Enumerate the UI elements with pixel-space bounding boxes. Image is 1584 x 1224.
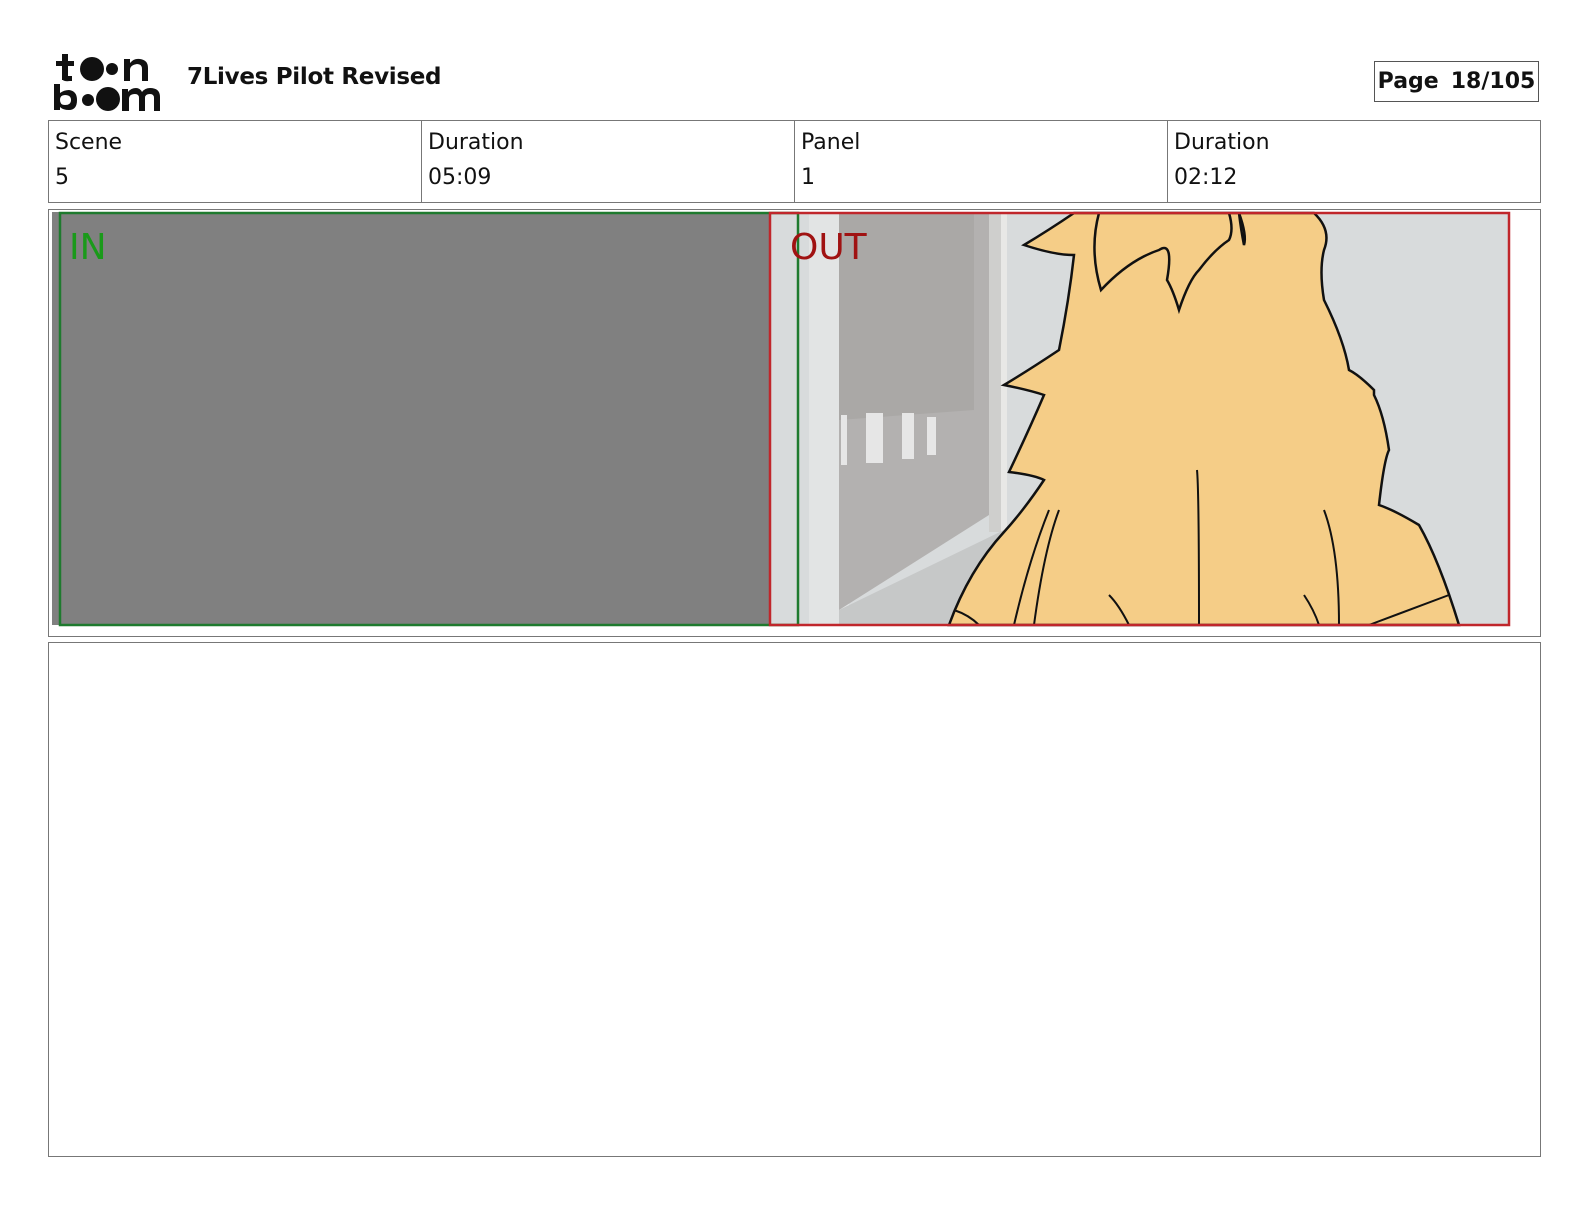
scene-duration-value: 05:09 (428, 165, 492, 190)
panel-image: IN OUT (48, 209, 1541, 637)
panel-label: Panel (801, 130, 861, 155)
panel-duration-value: 02:12 (1174, 165, 1238, 190)
out-label: OUT (790, 227, 867, 268)
project-title: 7Lives Pilot Revised (187, 64, 442, 90)
page-number: 18/105 (1450, 69, 1536, 94)
scene-duration-cell: Duration 05:09 (421, 121, 794, 202)
scene-duration-label: Duration (428, 130, 524, 155)
toon-boom-logo (52, 50, 164, 112)
panel-value: 1 (801, 165, 815, 190)
scene-value: 5 (55, 165, 69, 190)
panel-cell: Panel 1 (794, 121, 1167, 202)
in-label: IN (69, 227, 107, 268)
window-3 (927, 417, 936, 455)
panel-artwork (52, 211, 1511, 627)
panel-info-table: Scene 5 Duration 05:09 Panel 1 Duration … (48, 120, 1541, 203)
scene-label: Scene (55, 130, 123, 155)
window-2 (902, 413, 914, 459)
page-indicator: Page 18/105 (1374, 61, 1539, 102)
scene-cell: Scene 5 (49, 121, 421, 202)
page-label: Page (1377, 69, 1439, 94)
panel-duration-cell: Duration 02:12 (1167, 121, 1540, 202)
in-gray-area (52, 212, 769, 625)
panel-duration-label: Duration (1174, 130, 1270, 155)
panel-notes-box (48, 642, 1541, 1157)
logo-icon (54, 54, 160, 111)
window-1 (866, 413, 883, 463)
